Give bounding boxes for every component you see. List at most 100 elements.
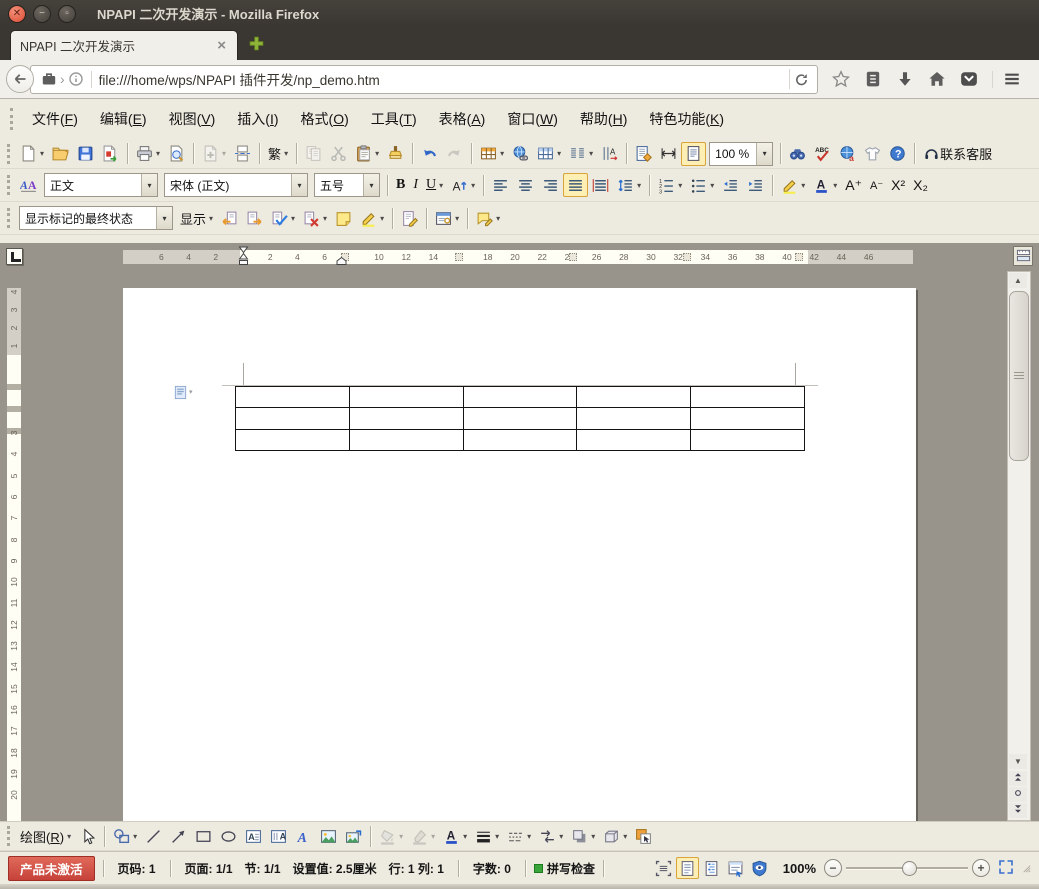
cut[interactable] (326, 142, 351, 166)
format-painter[interactable] (383, 142, 408, 166)
contact-support[interactable]: 联系客服 (919, 142, 996, 166)
dropdown-arrow-icon[interactable]: ▾ (291, 174, 307, 196)
oval[interactable] (216, 824, 241, 848)
menu-格式[interactable]: 格式(O) (290, 105, 360, 133)
underline[interactable]: U▾ (422, 173, 447, 197)
copy[interactable] (301, 142, 326, 166)
table-cell[interactable] (577, 429, 691, 450)
arrow-style[interactable]: ▾ (535, 824, 567, 848)
zoom-in-button[interactable]: + (972, 859, 990, 877)
print-preview[interactable] (164, 142, 189, 166)
table-column-mark[interactable] (455, 253, 463, 261)
table-cell[interactable] (236, 408, 350, 429)
align-left[interactable] (488, 173, 513, 197)
superscript[interactable]: X² (887, 173, 909, 197)
full-screen-view-button[interactable] (652, 857, 675, 879)
url-bar[interactable]: › file:///home/wps/NPAPI 插件开发/np_demo.ht… (30, 65, 818, 94)
next-page-button[interactable] (1009, 803, 1027, 818)
reviewing-pane[interactable]: ▾ (431, 206, 463, 230)
tab-npapi-demo[interactable]: NPAPI 二次开发演示 × (10, 30, 238, 60)
line-style[interactable]: ▾ (471, 824, 503, 848)
window-maximize-button[interactable]: ▫ (58, 5, 76, 23)
select-objects[interactable] (75, 824, 100, 848)
table-cell[interactable] (463, 387, 577, 408)
hamburger-menu-button[interactable] (1003, 70, 1021, 88)
table-cell[interactable] (236, 387, 350, 408)
font-combo[interactable]: 宋体 (正文)▾ (164, 173, 308, 197)
insert-table[interactable]: ▾ (476, 142, 508, 166)
open[interactable] (48, 142, 73, 166)
simplified-traditional[interactable]: 繁▾ (264, 142, 292, 166)
bookmark-star-button[interactable] (832, 70, 850, 88)
menu-编辑[interactable]: 编辑(E) (89, 105, 158, 133)
license-badge[interactable]: 产品未激活 (8, 856, 95, 881)
zoom-out-button[interactable]: − (824, 859, 842, 877)
table-cell[interactable] (691, 429, 805, 450)
reject-change[interactable]: ▾ (299, 206, 331, 230)
dropdown-arrow-icon[interactable]: ▾ (156, 207, 172, 229)
arrow[interactable] (166, 824, 191, 848)
save[interactable] (73, 142, 98, 166)
toolbar-grip[interactable] (7, 208, 10, 228)
new-document[interactable]: ▾ (16, 142, 48, 166)
decrease-indent[interactable] (718, 173, 743, 197)
resize-grip-icon[interactable] (1018, 860, 1031, 876)
table-column-mark[interactable] (795, 253, 803, 261)
dropdown-arrow-icon[interactable]: ▾ (756, 143, 772, 165)
distribute[interactable] (588, 173, 613, 197)
fit-page-button[interactable] (998, 859, 1014, 878)
paste[interactable]: ▾ (351, 142, 383, 166)
slider-handle[interactable] (902, 861, 917, 876)
object-order[interactable] (631, 824, 656, 848)
undo[interactable] (417, 142, 442, 166)
table-cell[interactable] (463, 429, 577, 450)
text-box[interactable] (241, 824, 266, 848)
right-indent-marker-icon[interactable] (336, 257, 347, 265)
spell-check-status[interactable]: 拼写检查 (534, 860, 595, 877)
next-change[interactable] (242, 206, 267, 230)
markup-state-combo[interactable]: 显示标记的最终状态▾ (19, 206, 173, 230)
accept-change[interactable]: ▾ (267, 206, 299, 230)
translate[interactable] (835, 142, 860, 166)
bold[interactable]: B (392, 173, 409, 197)
insert-clipart[interactable] (341, 824, 366, 848)
columns[interactable]: ▾ (565, 142, 597, 166)
table-style[interactable]: ▾ (533, 142, 565, 166)
shadow-style[interactable]: ▾ (567, 824, 599, 848)
track-changes[interactable] (397, 206, 422, 230)
table-cell[interactable] (577, 408, 691, 429)
table-cell[interactable] (691, 387, 805, 408)
print[interactable]: ▾ (132, 142, 164, 166)
new-tab-button[interactable] (248, 35, 265, 55)
table-cell[interactable] (236, 429, 350, 450)
justify[interactable] (563, 173, 588, 197)
font-color-draw[interactable]: ▾ (439, 824, 471, 848)
table-cell[interactable] (577, 387, 691, 408)
url-text[interactable]: file:///home/wps/NPAPI 插件开发/np_demo.htm (99, 69, 789, 89)
info-icon[interactable] (68, 71, 84, 87)
previous-change[interactable] (217, 206, 242, 230)
export-pdf[interactable] (98, 142, 123, 166)
zoom-slider[interactable] (846, 859, 968, 877)
scroll-up-button[interactable]: ▲ (1009, 273, 1027, 288)
tab-close-button[interactable]: × (215, 38, 228, 53)
table-cell[interactable] (349, 408, 463, 429)
highlight[interactable]: ▾ (777, 173, 809, 197)
insert-object[interactable]: ▾ (198, 142, 230, 166)
downloads-button[interactable] (896, 70, 914, 88)
document-table[interactable] (235, 386, 805, 451)
help[interactable] (885, 142, 910, 166)
word-art[interactable] (291, 824, 316, 848)
insert-picture[interactable] (316, 824, 341, 848)
vertical-text-box[interactable] (266, 824, 291, 848)
comment-settings[interactable]: ▾ (472, 206, 504, 230)
style-combo[interactable]: 正文▾ (44, 173, 158, 197)
horizontal-ruler[interactable]: 6422461012141820222426283032343638404244… (123, 250, 913, 264)
insert-hyperlink[interactable] (508, 142, 533, 166)
table-options-button[interactable]: ▾ (173, 382, 199, 402)
font-size-combo[interactable]: 五号▾ (314, 173, 380, 197)
menu-表格[interactable]: 表格(A) (428, 105, 497, 133)
line[interactable] (141, 824, 166, 848)
menu-帮助[interactable]: 帮助(H) (569, 105, 638, 133)
fit-text[interactable] (656, 142, 681, 166)
